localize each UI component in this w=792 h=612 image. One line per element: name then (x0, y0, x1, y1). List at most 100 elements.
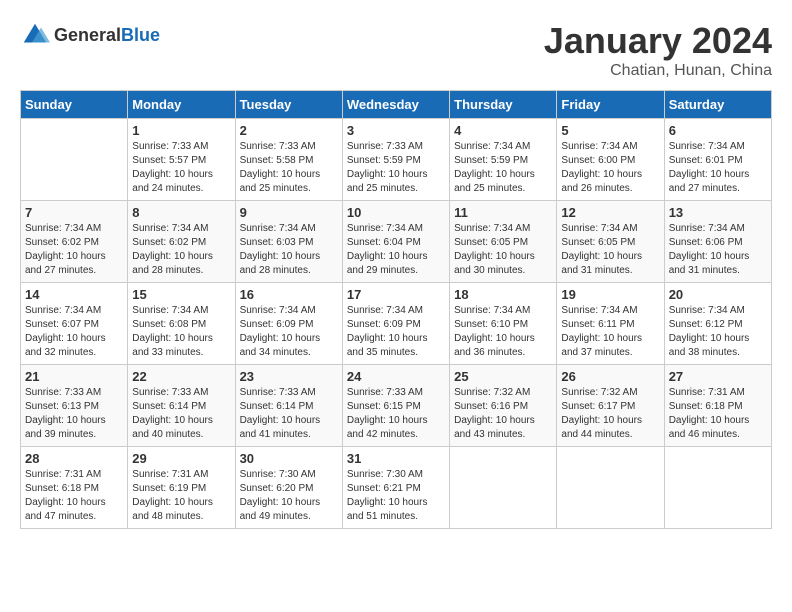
day-info: Sunrise: 7:34 AMSunset: 6:08 PMDaylight:… (132, 304, 230, 360)
calendar-cell: 25 Sunrise: 7:32 AMSunset: 6:16 PMDayligh… (450, 365, 557, 447)
day-info: Sunrise: 7:31 AMSunset: 6:19 PMDaylight:… (132, 468, 230, 524)
day-number: 30 (240, 451, 338, 466)
day-number: 13 (669, 205, 767, 220)
day-info: Sunrise: 7:34 AMSunset: 6:02 PMDaylight:… (132, 222, 230, 278)
calendar-cell: 7 Sunrise: 7:34 AMSunset: 6:02 PMDaylight… (21, 201, 128, 283)
day-info: Sunrise: 7:30 AMSunset: 6:21 PMDaylight:… (347, 468, 445, 524)
day-number: 1 (132, 123, 230, 138)
calendar-cell: 26 Sunrise: 7:32 AMSunset: 6:17 PMDayligh… (557, 365, 664, 447)
calendar-cell: 23 Sunrise: 7:33 AMSunset: 6:14 PMDayligh… (235, 365, 342, 447)
logo-blue: Blue (121, 25, 160, 45)
day-info: Sunrise: 7:34 AMSunset: 6:04 PMDaylight:… (347, 222, 445, 278)
day-number: 22 (132, 369, 230, 384)
header-friday: Friday (557, 91, 664, 119)
day-number: 28 (25, 451, 123, 466)
day-number: 18 (454, 287, 552, 302)
calendar-cell: 14Sunrise: 7:34 AMSunset: 6:07 PMDayligh… (21, 283, 128, 365)
day-info: Sunrise: 7:34 AMSunset: 6:07 PMDaylight:… (25, 304, 123, 360)
calendar-cell: 27Sunrise: 7:31 AMSunset: 6:18 PMDayligh… (664, 365, 771, 447)
day-number: 15 (132, 287, 230, 302)
day-number: 25 (454, 369, 552, 384)
day-info: Sunrise: 7:32 AMSunset: 6:17 PMDaylight:… (561, 386, 659, 442)
day-info: Sunrise: 7:34 AMSunset: 6:12 PMDaylight:… (669, 304, 767, 360)
day-info: Sunrise: 7:33 AMSunset: 6:14 PMDaylight:… (132, 386, 230, 442)
day-number: 7 (25, 205, 123, 220)
day-number: 11 (454, 205, 552, 220)
calendar-week-row: 28 Sunrise: 7:31 AMSunset: 6:18 PMDayligh… (21, 447, 772, 529)
calendar-cell (664, 447, 771, 529)
day-number: 26 (561, 369, 659, 384)
day-number: 19 (561, 287, 659, 302)
day-info: Sunrise: 7:33 AMSunset: 6:13 PMDaylight:… (25, 386, 123, 442)
day-number: 3 (347, 123, 445, 138)
calendar-cell: 31Sunrise: 7:30 AMSunset: 6:21 PMDayligh… (342, 447, 449, 529)
calendar-cell: 2Sunrise: 7:33 AMSunset: 5:58 PMDaylight… (235, 119, 342, 201)
day-info: Sunrise: 7:31 AMSunset: 6:18 PMDaylight:… (25, 468, 123, 524)
calendar-cell: 4 Sunrise: 7:34 AMSunset: 5:59 PMDaylight… (450, 119, 557, 201)
header-saturday: Saturday (664, 91, 771, 119)
header-thursday: Thursday (450, 91, 557, 119)
day-info: Sunrise: 7:33 AMSunset: 5:57 PMDaylight:… (132, 140, 230, 196)
day-info: Sunrise: 7:34 AMSunset: 6:11 PMDaylight:… (561, 304, 659, 360)
day-number: 27 (669, 369, 767, 384)
calendar-cell: 24Sunrise: 7:33 AMSunset: 6:15 PMDayligh… (342, 365, 449, 447)
day-number: 29 (132, 451, 230, 466)
calendar-week-row: 1 Sunrise: 7:33 AMSunset: 5:57 PMDaylight… (21, 119, 772, 201)
location-title: Chatian, Hunan, China (544, 62, 772, 80)
day-info: Sunrise: 7:34 AMSunset: 6:00 PMDaylight:… (561, 140, 659, 196)
calendar-week-row: 7 Sunrise: 7:34 AMSunset: 6:02 PMDaylight… (21, 201, 772, 283)
calendar-cell: 10 Sunrise: 7:34 AMSunset: 6:04 PMDayligh… (342, 201, 449, 283)
calendar-cell: 1 Sunrise: 7:33 AMSunset: 5:57 PMDaylight… (128, 119, 235, 201)
day-info: Sunrise: 7:34 AMSunset: 6:06 PMDaylight:… (669, 222, 767, 278)
day-info: Sunrise: 7:33 AMSunset: 6:14 PMDaylight:… (240, 386, 338, 442)
calendar-cell: 9 Sunrise: 7:34 AMSunset: 6:03 PMDaylight… (235, 201, 342, 283)
day-info: Sunrise: 7:34 AMSunset: 6:05 PMDaylight:… (454, 222, 552, 278)
calendar-table: SundayMondayTuesdayWednesdayThursdayFrid… (20, 90, 772, 529)
calendar-cell: 12 Sunrise: 7:34 AMSunset: 6:05 PMDayligh… (557, 201, 664, 283)
calendar-cell: 6 Sunrise: 7:34 AMSunset: 6:01 PMDaylight… (664, 119, 771, 201)
calendar-cell (450, 447, 557, 529)
day-number: 6 (669, 123, 767, 138)
day-number: 10 (347, 205, 445, 220)
calendar-cell: 18 Sunrise: 7:34 AMSunset: 6:10 PMDayligh… (450, 283, 557, 365)
day-info: Sunrise: 7:34 AMSunset: 6:05 PMDaylight:… (561, 222, 659, 278)
day-number: 23 (240, 369, 338, 384)
calendar-cell: 29 Sunrise: 7:31 AMSunset: 6:19 PMDayligh… (128, 447, 235, 529)
day-number: 5 (561, 123, 659, 138)
calendar-cell: 19 Sunrise: 7:34 AMSunset: 6:11 PMDayligh… (557, 283, 664, 365)
day-info: Sunrise: 7:34 AMSunset: 5:59 PMDaylight:… (454, 140, 552, 196)
day-info: Sunrise: 7:34 AMSunset: 6:10 PMDaylight:… (454, 304, 552, 360)
calendar-cell: 13 Sunrise: 7:34 AMSunset: 6:06 PMDayligh… (664, 201, 771, 283)
calendar-cell: 21 Sunrise: 7:33 AMSunset: 6:13 PMDayligh… (21, 365, 128, 447)
calendar-cell: 30 Sunrise: 7:30 AMSunset: 6:20 PMDayligh… (235, 447, 342, 529)
day-info: Sunrise: 7:32 AMSunset: 6:16 PMDaylight:… (454, 386, 552, 442)
title-block: January 2024 Chatian, Hunan, China (544, 20, 772, 80)
day-info: Sunrise: 7:34 AMSunset: 6:09 PMDaylight:… (347, 304, 445, 360)
calendar-cell: 17Sunrise: 7:34 AMSunset: 6:09 PMDayligh… (342, 283, 449, 365)
header-sunday: Sunday (21, 91, 128, 119)
calendar-cell: 15 Sunrise: 7:34 AMSunset: 6:08 PMDayligh… (128, 283, 235, 365)
calendar-cell: 3 Sunrise: 7:33 AMSunset: 5:59 PMDaylight… (342, 119, 449, 201)
logo-text: GeneralBlue (54, 25, 160, 46)
calendar-cell: 20 Sunrise: 7:34 AMSunset: 6:12 PMDayligh… (664, 283, 771, 365)
calendar-cell: 11 Sunrise: 7:34 AMSunset: 6:05 PMDayligh… (450, 201, 557, 283)
calendar-cell: 8 Sunrise: 7:34 AMSunset: 6:02 PMDaylight… (128, 201, 235, 283)
day-number: 21 (25, 369, 123, 384)
day-number: 12 (561, 205, 659, 220)
day-number: 9 (240, 205, 338, 220)
header-monday: Monday (128, 91, 235, 119)
day-info: Sunrise: 7:34 AMSunset: 6:03 PMDaylight:… (240, 222, 338, 278)
month-title: January 2024 (544, 20, 772, 62)
calendar-cell: 5 Sunrise: 7:34 AMSunset: 6:00 PMDaylight… (557, 119, 664, 201)
day-number: 4 (454, 123, 552, 138)
header-wednesday: Wednesday (342, 91, 449, 119)
calendar-header-row: SundayMondayTuesdayWednesdayThursdayFrid… (21, 91, 772, 119)
day-info: Sunrise: 7:34 AMSunset: 6:02 PMDaylight:… (25, 222, 123, 278)
logo: GeneralBlue (20, 20, 160, 50)
day-info: Sunrise: 7:33 AMSunset: 5:59 PMDaylight:… (347, 140, 445, 196)
day-number: 20 (669, 287, 767, 302)
day-info: Sunrise: 7:30 AMSunset: 6:20 PMDaylight:… (240, 468, 338, 524)
page-header: GeneralBlue January 2024 Chatian, Hunan,… (20, 20, 772, 80)
day-number: 8 (132, 205, 230, 220)
day-info: Sunrise: 7:34 AMSunset: 6:01 PMDaylight:… (669, 140, 767, 196)
